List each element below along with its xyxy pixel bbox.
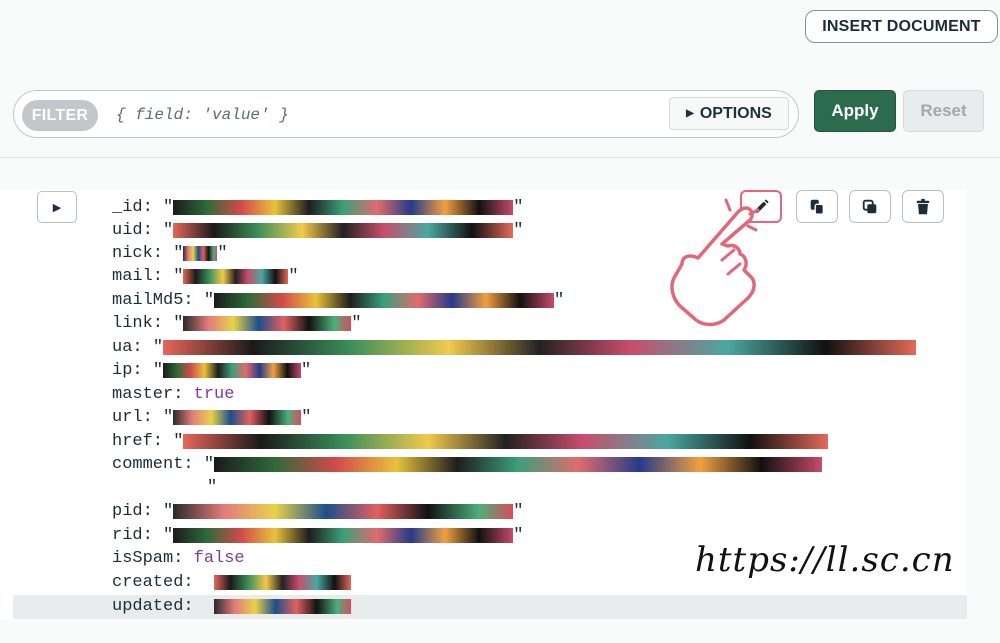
field-uid: uid: " " <box>112 221 524 240</box>
field-link: link: " " <box>112 314 362 333</box>
reset-button: Reset <box>903 90 984 132</box>
redacted-value <box>173 504 514 519</box>
field-key: ip: <box>112 361 143 380</box>
redacted-value <box>173 200 514 215</box>
clone-document-button[interactable] <box>796 190 838 223</box>
field-value: true <box>193 385 235 404</box>
filter-input[interactable] <box>116 103 656 127</box>
field-href: href: " <box>112 430 829 453</box>
field-key: mailMd5: <box>112 291 194 310</box>
copy-icon <box>862 199 877 213</box>
field-value: false <box>193 549 245 568</box>
expand-icon: ▶ <box>52 201 62 214</box>
field-key: rid: <box>112 526 153 545</box>
redacted-value <box>183 434 829 449</box>
field-nick: nick: " " <box>112 244 228 263</box>
field-key: pid: <box>112 502 153 521</box>
field-key: link: <box>112 314 164 333</box>
apply-button[interactable]: Apply <box>814 90 896 132</box>
redacted-value <box>214 599 352 614</box>
field-key: master: <box>112 385 184 404</box>
redacted-value <box>173 223 514 238</box>
caret-right-icon: ▶ <box>686 108 694 119</box>
redacted-value <box>163 340 917 355</box>
redacted-value <box>173 528 514 543</box>
field-key: mail: <box>112 267 164 286</box>
field-rid: rid: " " <box>112 526 524 545</box>
field-key: uid: <box>112 221 153 240</box>
redacted-value <box>183 269 289 284</box>
redacted-value <box>183 316 352 331</box>
field-created: created: <box>112 571 352 594</box>
field-key: created: <box>112 573 194 592</box>
expand-button[interactable]: ▶ <box>37 191 77 223</box>
field-ua: ua: " <box>112 336 917 359</box>
field-mail: mail: " " <box>112 267 299 286</box>
filter-bar: FILTER ▶ OPTIONS <box>13 90 799 138</box>
clone-icon <box>810 199 824 215</box>
redacted-value <box>214 575 352 590</box>
options-button[interactable]: ▶ OPTIONS <box>669 97 789 130</box>
field-key: url: <box>112 408 153 427</box>
field-key: updated: <box>112 597 194 616</box>
redacted-value <box>173 410 302 425</box>
field-key: href: <box>112 432 164 451</box>
field-key: nick: <box>112 244 164 263</box>
field-key: ua: <box>112 338 143 357</box>
redacted-value <box>183 246 218 261</box>
delete-document-button[interactable] <box>902 190 944 223</box>
field-master: master: true <box>112 383 234 406</box>
comment-closing-quote: " <box>207 478 218 497</box>
field-key: _id: <box>112 198 153 217</box>
pointing-hand-icon <box>670 198 760 327</box>
field-id: _id: " " <box>112 198 524 217</box>
field-key: isSpam: <box>112 549 184 568</box>
copy-document-button[interactable] <box>849 190 891 223</box>
insert-document-button[interactable]: INSERT DOCUMENT <box>805 10 998 43</box>
field-comment: comment: " <box>112 453 823 476</box>
field-ip: ip: " " <box>112 361 312 380</box>
field-updated: updated: <box>112 595 352 618</box>
field-mailmd5: mailMd5: " " <box>112 291 565 310</box>
options-label: OPTIONS <box>699 104 772 122</box>
delete-icon <box>916 198 930 214</box>
redacted-value <box>214 457 823 472</box>
redacted-value <box>214 293 555 308</box>
field-isspam: isSpam: false <box>112 547 245 570</box>
field-url: url: " " <box>112 408 312 427</box>
field-pid: pid: " " <box>112 502 524 521</box>
filter-label: FILTER <box>22 100 98 131</box>
field-key: comment: <box>112 455 194 474</box>
watermark-text: https://ll.sc.cn <box>695 540 955 580</box>
redacted-value <box>163 363 302 378</box>
